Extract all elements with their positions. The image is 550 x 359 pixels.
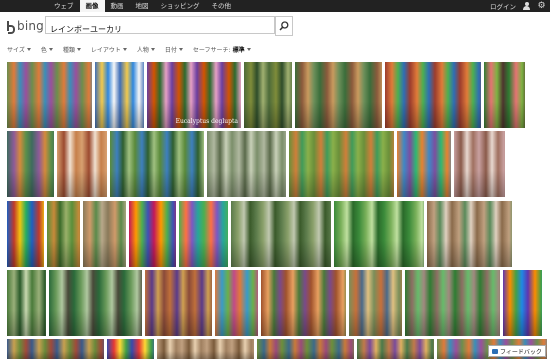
filter-layout-label: レイアウト xyxy=(90,47,121,54)
safesearch-label: セーフサーチ: xyxy=(193,45,231,54)
rainbow-eucalyptus-thumb-3[interactable]: Eucalyptus deglupta xyxy=(147,62,241,128)
chevron-down-icon xyxy=(178,48,183,51)
rainbow-eucalyptus-thumb-8[interactable] xyxy=(7,131,54,197)
filter-color-label: 色 xyxy=(40,47,47,54)
search-icon xyxy=(279,21,289,31)
feedback-icon xyxy=(492,348,499,354)
safesearch-text: セーフサーチ: xyxy=(192,47,231,54)
filter-layout[interactable]: レイアウト xyxy=(91,45,127,54)
filter-people-label: 人物 xyxy=(136,47,149,54)
user-icon[interactable] xyxy=(522,1,531,11)
image-caption: Eucalyptus deglupta xyxy=(175,118,238,125)
chevron-down-icon xyxy=(150,48,155,51)
filter-safesearch-label: 標準 xyxy=(232,47,245,54)
rainbow-eucalyptus-thumb-4[interactable] xyxy=(244,62,292,128)
rainbow-eucalyptus-thumb-16[interactable] xyxy=(47,201,80,267)
rainbow-eucalyptus-thumb-31[interactable] xyxy=(7,339,104,359)
filter-type[interactable]: 種類 xyxy=(63,45,81,54)
chevron-down-icon xyxy=(48,48,53,51)
rainbow-eucalyptus-thumb-26[interactable] xyxy=(215,270,258,336)
rainbow-eucalyptus-thumb-1[interactable] xyxy=(7,62,92,128)
rainbow-eucalyptus-thumb-11[interactable] xyxy=(207,131,286,197)
rainbow-eucalyptus-thumb-7[interactable] xyxy=(484,62,525,128)
feedback-button[interactable]: フィードバック xyxy=(488,345,546,357)
rainbow-eucalyptus-thumb-10[interactable] xyxy=(110,131,204,197)
filter-size-label: サイズ xyxy=(7,47,25,54)
top-right-controls: ログイン ⚙ xyxy=(490,0,546,12)
rainbow-eucalyptus-thumb-28[interactable] xyxy=(349,270,402,336)
chevron-down-icon xyxy=(26,48,31,51)
bing-logo-icon xyxy=(7,20,15,34)
search-button[interactable] xyxy=(275,16,293,36)
rainbow-eucalyptus-thumb-32[interactable] xyxy=(107,339,154,359)
rainbow-eucalyptus-thumb-30[interactable] xyxy=(503,270,542,336)
nav-maps[interactable]: 地図 xyxy=(130,0,155,12)
rainbow-eucalyptus-thumb-13[interactable] xyxy=(397,131,451,197)
rainbow-eucalyptus-thumb-22[interactable] xyxy=(427,201,512,267)
bing-logo-text: bing xyxy=(17,19,44,33)
login-link[interactable]: ログイン xyxy=(490,1,516,11)
rainbow-eucalyptus-thumb-25[interactable] xyxy=(145,270,212,336)
rainbow-eucalyptus-thumb-5[interactable] xyxy=(295,62,382,128)
bing-logo[interactable]: bing xyxy=(7,19,44,34)
rainbow-eucalyptus-thumb-33[interactable] xyxy=(157,339,254,359)
rainbow-eucalyptus-thumb-2[interactable] xyxy=(95,62,144,128)
top-nav-items: ウェブ 画像 動画 地図 ショッピング その他 xyxy=(48,0,237,12)
chevron-down-icon xyxy=(122,48,127,51)
rainbow-eucalyptus-thumb-23[interactable] xyxy=(7,270,46,336)
filter-size[interactable]: サイズ xyxy=(7,45,31,54)
rainbow-eucalyptus-thumb-14[interactable] xyxy=(454,131,505,197)
chevron-down-icon xyxy=(76,48,81,51)
filter-date-label: 日付 xyxy=(164,47,177,54)
rainbow-eucalyptus-thumb-17[interactable] xyxy=(83,201,126,267)
filter-safesearch[interactable]: 標準 xyxy=(233,45,251,54)
chevron-down-icon xyxy=(246,48,251,51)
rainbow-eucalyptus-thumb-24[interactable] xyxy=(49,270,142,336)
gear-icon[interactable]: ⚙ xyxy=(537,1,546,11)
rainbow-eucalyptus-thumb-9[interactable] xyxy=(57,131,107,197)
rainbow-eucalyptus-thumb-15[interactable] xyxy=(7,201,44,267)
rainbow-eucalyptus-thumb-27[interactable] xyxy=(261,270,346,336)
filter-bar: サイズ 色 種類 レイアウト 人物 日付 セーフサーチ: 標準 xyxy=(7,45,251,54)
nav-videos[interactable]: 動画 xyxy=(105,0,130,12)
top-navigation-bar: ウェブ 画像 動画 地図 ショッピング その他 ログイン ⚙ xyxy=(0,0,550,12)
image-results-grid: Eucalyptus deglupta xyxy=(7,62,550,359)
nav-web[interactable]: ウェブ xyxy=(48,0,80,12)
rainbow-eucalyptus-thumb-6[interactable] xyxy=(385,62,481,128)
rainbow-eucalyptus-thumb-12[interactable] xyxy=(289,131,394,197)
search-box xyxy=(45,16,275,38)
filter-people[interactable]: 人物 xyxy=(137,45,155,54)
rainbow-eucalyptus-thumb-20[interactable] xyxy=(231,201,331,267)
search-input[interactable] xyxy=(46,21,274,38)
nav-more[interactable]: その他 xyxy=(206,0,238,12)
nav-images[interactable]: 画像 xyxy=(79,0,105,12)
rainbow-eucalyptus-thumb-34[interactable] xyxy=(257,339,354,359)
rainbow-eucalyptus-thumb-35[interactable] xyxy=(357,339,434,359)
nav-shopping[interactable]: ショッピング xyxy=(155,0,206,12)
feedback-label: フィードバック xyxy=(500,348,542,356)
filter-date[interactable]: 日付 xyxy=(165,45,183,54)
rainbow-eucalyptus-thumb-21[interactable] xyxy=(334,201,424,267)
rainbow-eucalyptus-thumb-18[interactable] xyxy=(129,201,176,267)
rainbow-eucalyptus-thumb-19[interactable] xyxy=(179,201,228,267)
rainbow-eucalyptus-thumb-29[interactable] xyxy=(405,270,500,336)
filter-color[interactable]: 色 xyxy=(41,45,53,54)
filter-type-label: 種類 xyxy=(62,47,75,54)
